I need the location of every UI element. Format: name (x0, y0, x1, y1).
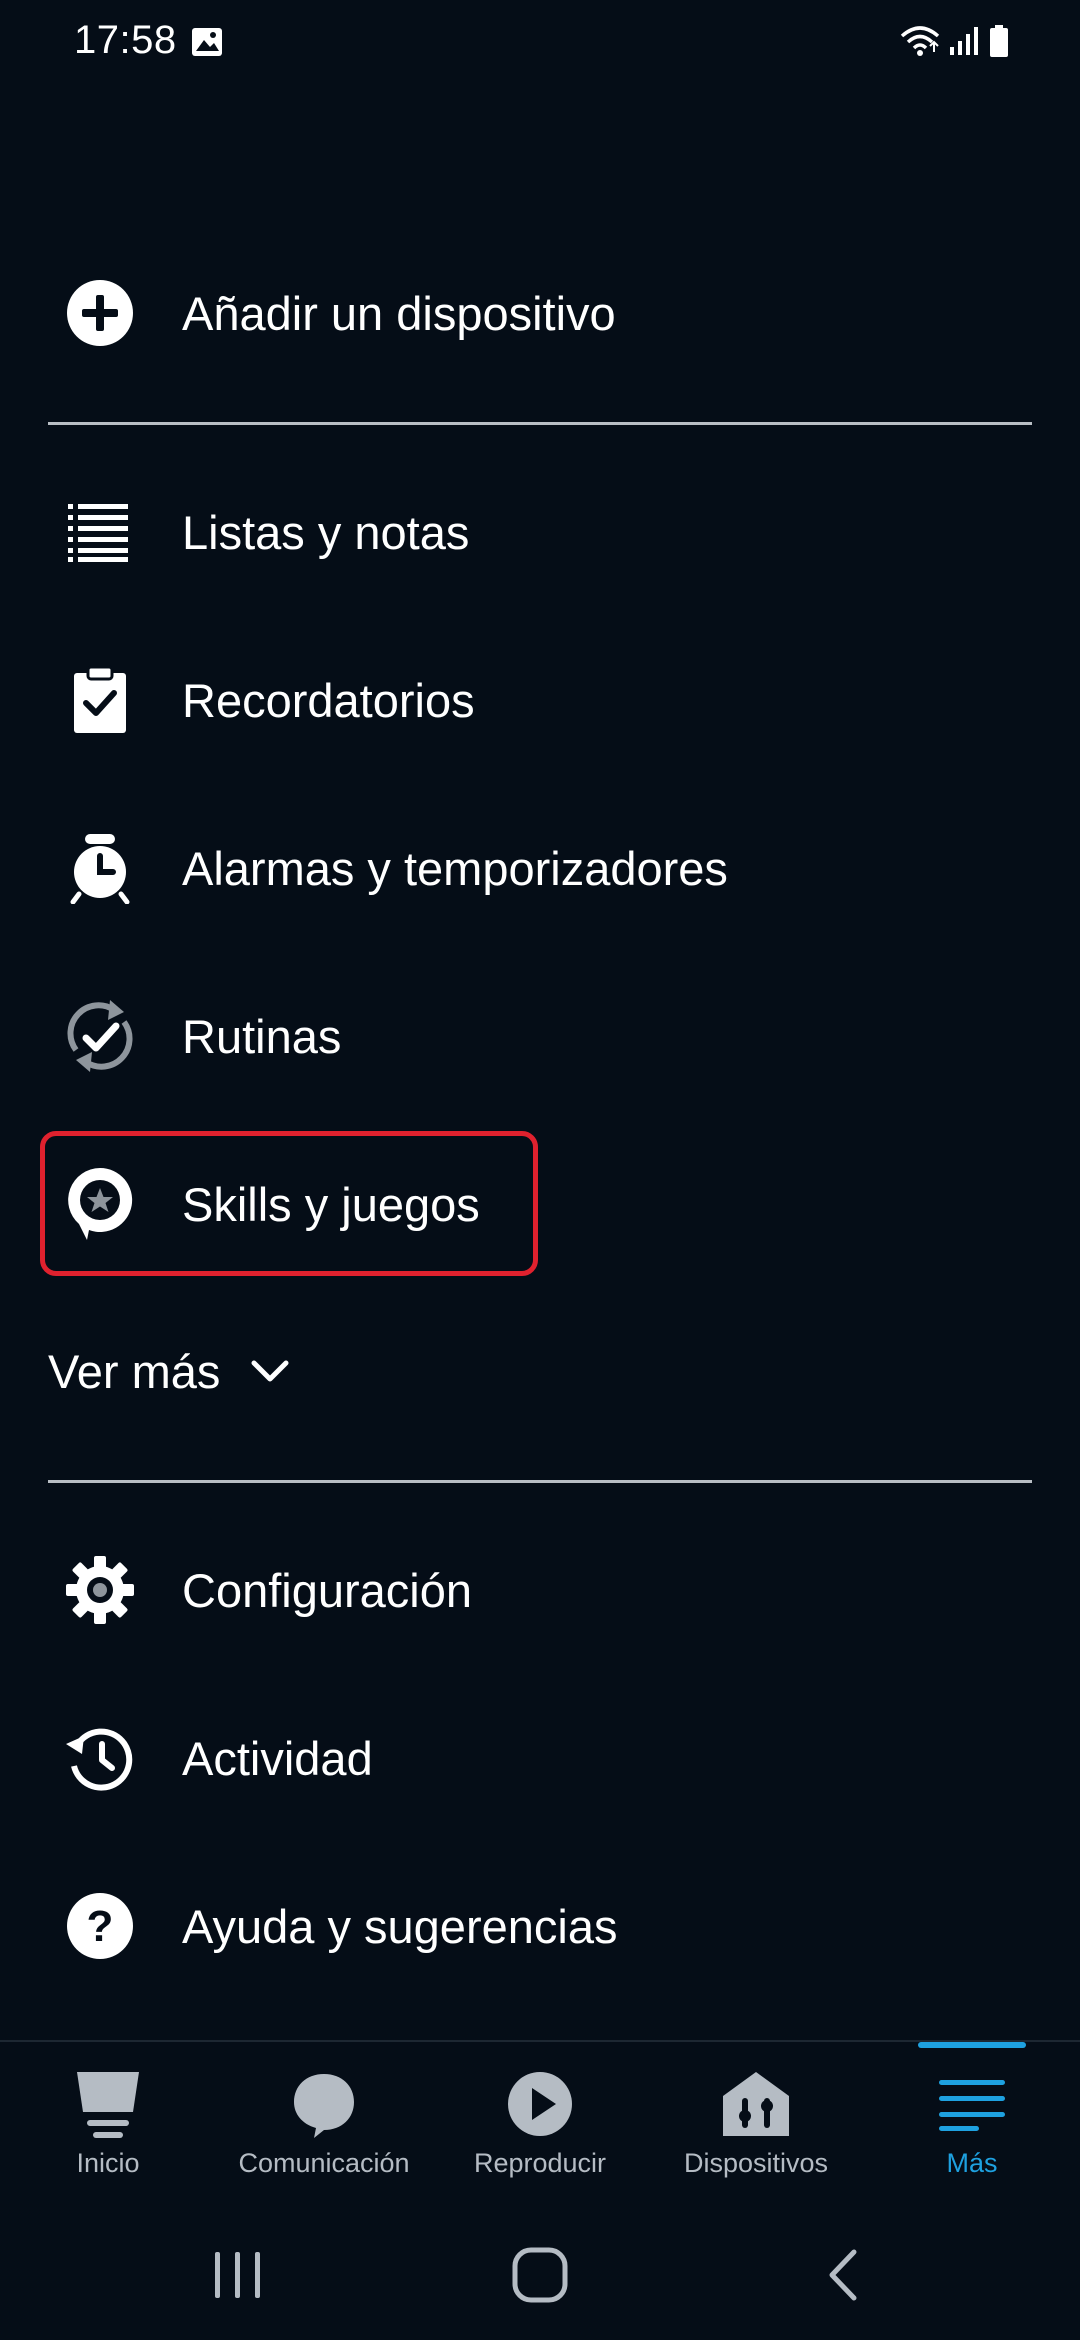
list-icon (40, 472, 160, 592)
menu-item-skills[interactable]: Skills y juegos (48, 1136, 480, 1272)
see-more-toggle[interactable]: Ver más (48, 1336, 292, 1406)
nav-item-home[interactable]: Inicio (0, 2042, 216, 2212)
chevron-down-icon (251, 1360, 289, 1382)
nav-label: Comunicación (238, 2148, 410, 2178)
home-icon (68, 2064, 148, 2144)
chat-bubble-icon (284, 2064, 364, 2144)
recent-apps-icon (215, 2252, 260, 2298)
menu-item-label: Añadir un dispositivo (182, 286, 616, 340)
recent-apps-button[interactable] (198, 2240, 278, 2310)
menu-item-label: Alarmas y temporizadores (182, 841, 728, 895)
home-button[interactable] (500, 2240, 580, 2310)
devices-house-icon (716, 2064, 796, 2144)
bottom-nav: Inicio Comunicación Reproducir Dispositi… (0, 2040, 1080, 2212)
help-icon: ? (40, 1866, 160, 1986)
play-icon (500, 2064, 580, 2144)
divider (48, 1480, 1032, 1483)
menu-item-label: Configuración (182, 1563, 473, 1617)
nav-label: Inicio (76, 2148, 140, 2178)
nav-item-play[interactable]: Reproducir (432, 2042, 648, 2212)
menu-item-reminders[interactable]: Recordatorios (48, 632, 475, 768)
menu-item-label: Skills y juegos (182, 1177, 480, 1231)
menu-item-label: Recordatorios (182, 673, 475, 727)
nav-item-communication[interactable]: Comunicación (216, 2042, 432, 2212)
home-circle-icon (512, 2247, 568, 2303)
menu-item-add-device[interactable]: Añadir un dispositivo (48, 245, 616, 381)
history-icon (40, 1698, 160, 1818)
status-icons (900, 24, 1010, 58)
gallery-notification-icon (192, 28, 222, 56)
menu-item-routines[interactable]: Rutinas (48, 968, 341, 1104)
nav-item-devices[interactable]: Dispositivos (648, 2042, 864, 2212)
menu-item-label: Listas y notas (182, 505, 470, 559)
menu-item-label: Ayuda y sugerencias (182, 1899, 618, 1953)
back-icon (829, 2249, 857, 2301)
battery-icon (990, 25, 1008, 57)
see-more-label: Ver más (48, 1344, 221, 1398)
nav-label: Dispositivos (683, 2148, 829, 2178)
nav-label: Reproducir (473, 2148, 607, 2178)
status-time: 17:58 (74, 18, 177, 62)
menu-item-help[interactable]: ? Ayuda y sugerencias (48, 1858, 617, 1994)
clipboard-check-icon (40, 640, 160, 760)
svg-text:?: ? (87, 1902, 114, 1951)
menu-lines-icon (932, 2064, 1012, 2144)
back-button[interactable] (802, 2240, 882, 2310)
menu-item-lists[interactable]: Listas y notas (48, 464, 469, 600)
system-nav (0, 2210, 1080, 2340)
wifi-icon (900, 26, 940, 56)
menu-item-label: Actividad (182, 1731, 373, 1785)
status-bar: 17:58 (0, 0, 1080, 90)
gear-icon (40, 1530, 160, 1650)
divider (48, 422, 1032, 425)
skill-star-bubble-icon (40, 1144, 160, 1264)
nav-item-more[interactable]: Más (864, 2042, 1080, 2212)
menu-item-settings[interactable]: Configuración (48, 1522, 472, 1658)
signal-icon (950, 27, 978, 55)
menu-item-activity[interactable]: Actividad (48, 1690, 373, 1826)
menu-item-alarms[interactable]: Alarmas y temporizadores (48, 800, 728, 936)
nav-label: Más (946, 2148, 998, 2178)
routine-check-icon (40, 976, 160, 1096)
alarm-clock-icon (40, 808, 160, 928)
menu-item-label: Rutinas (182, 1009, 342, 1063)
plus-circle-icon (40, 253, 160, 373)
